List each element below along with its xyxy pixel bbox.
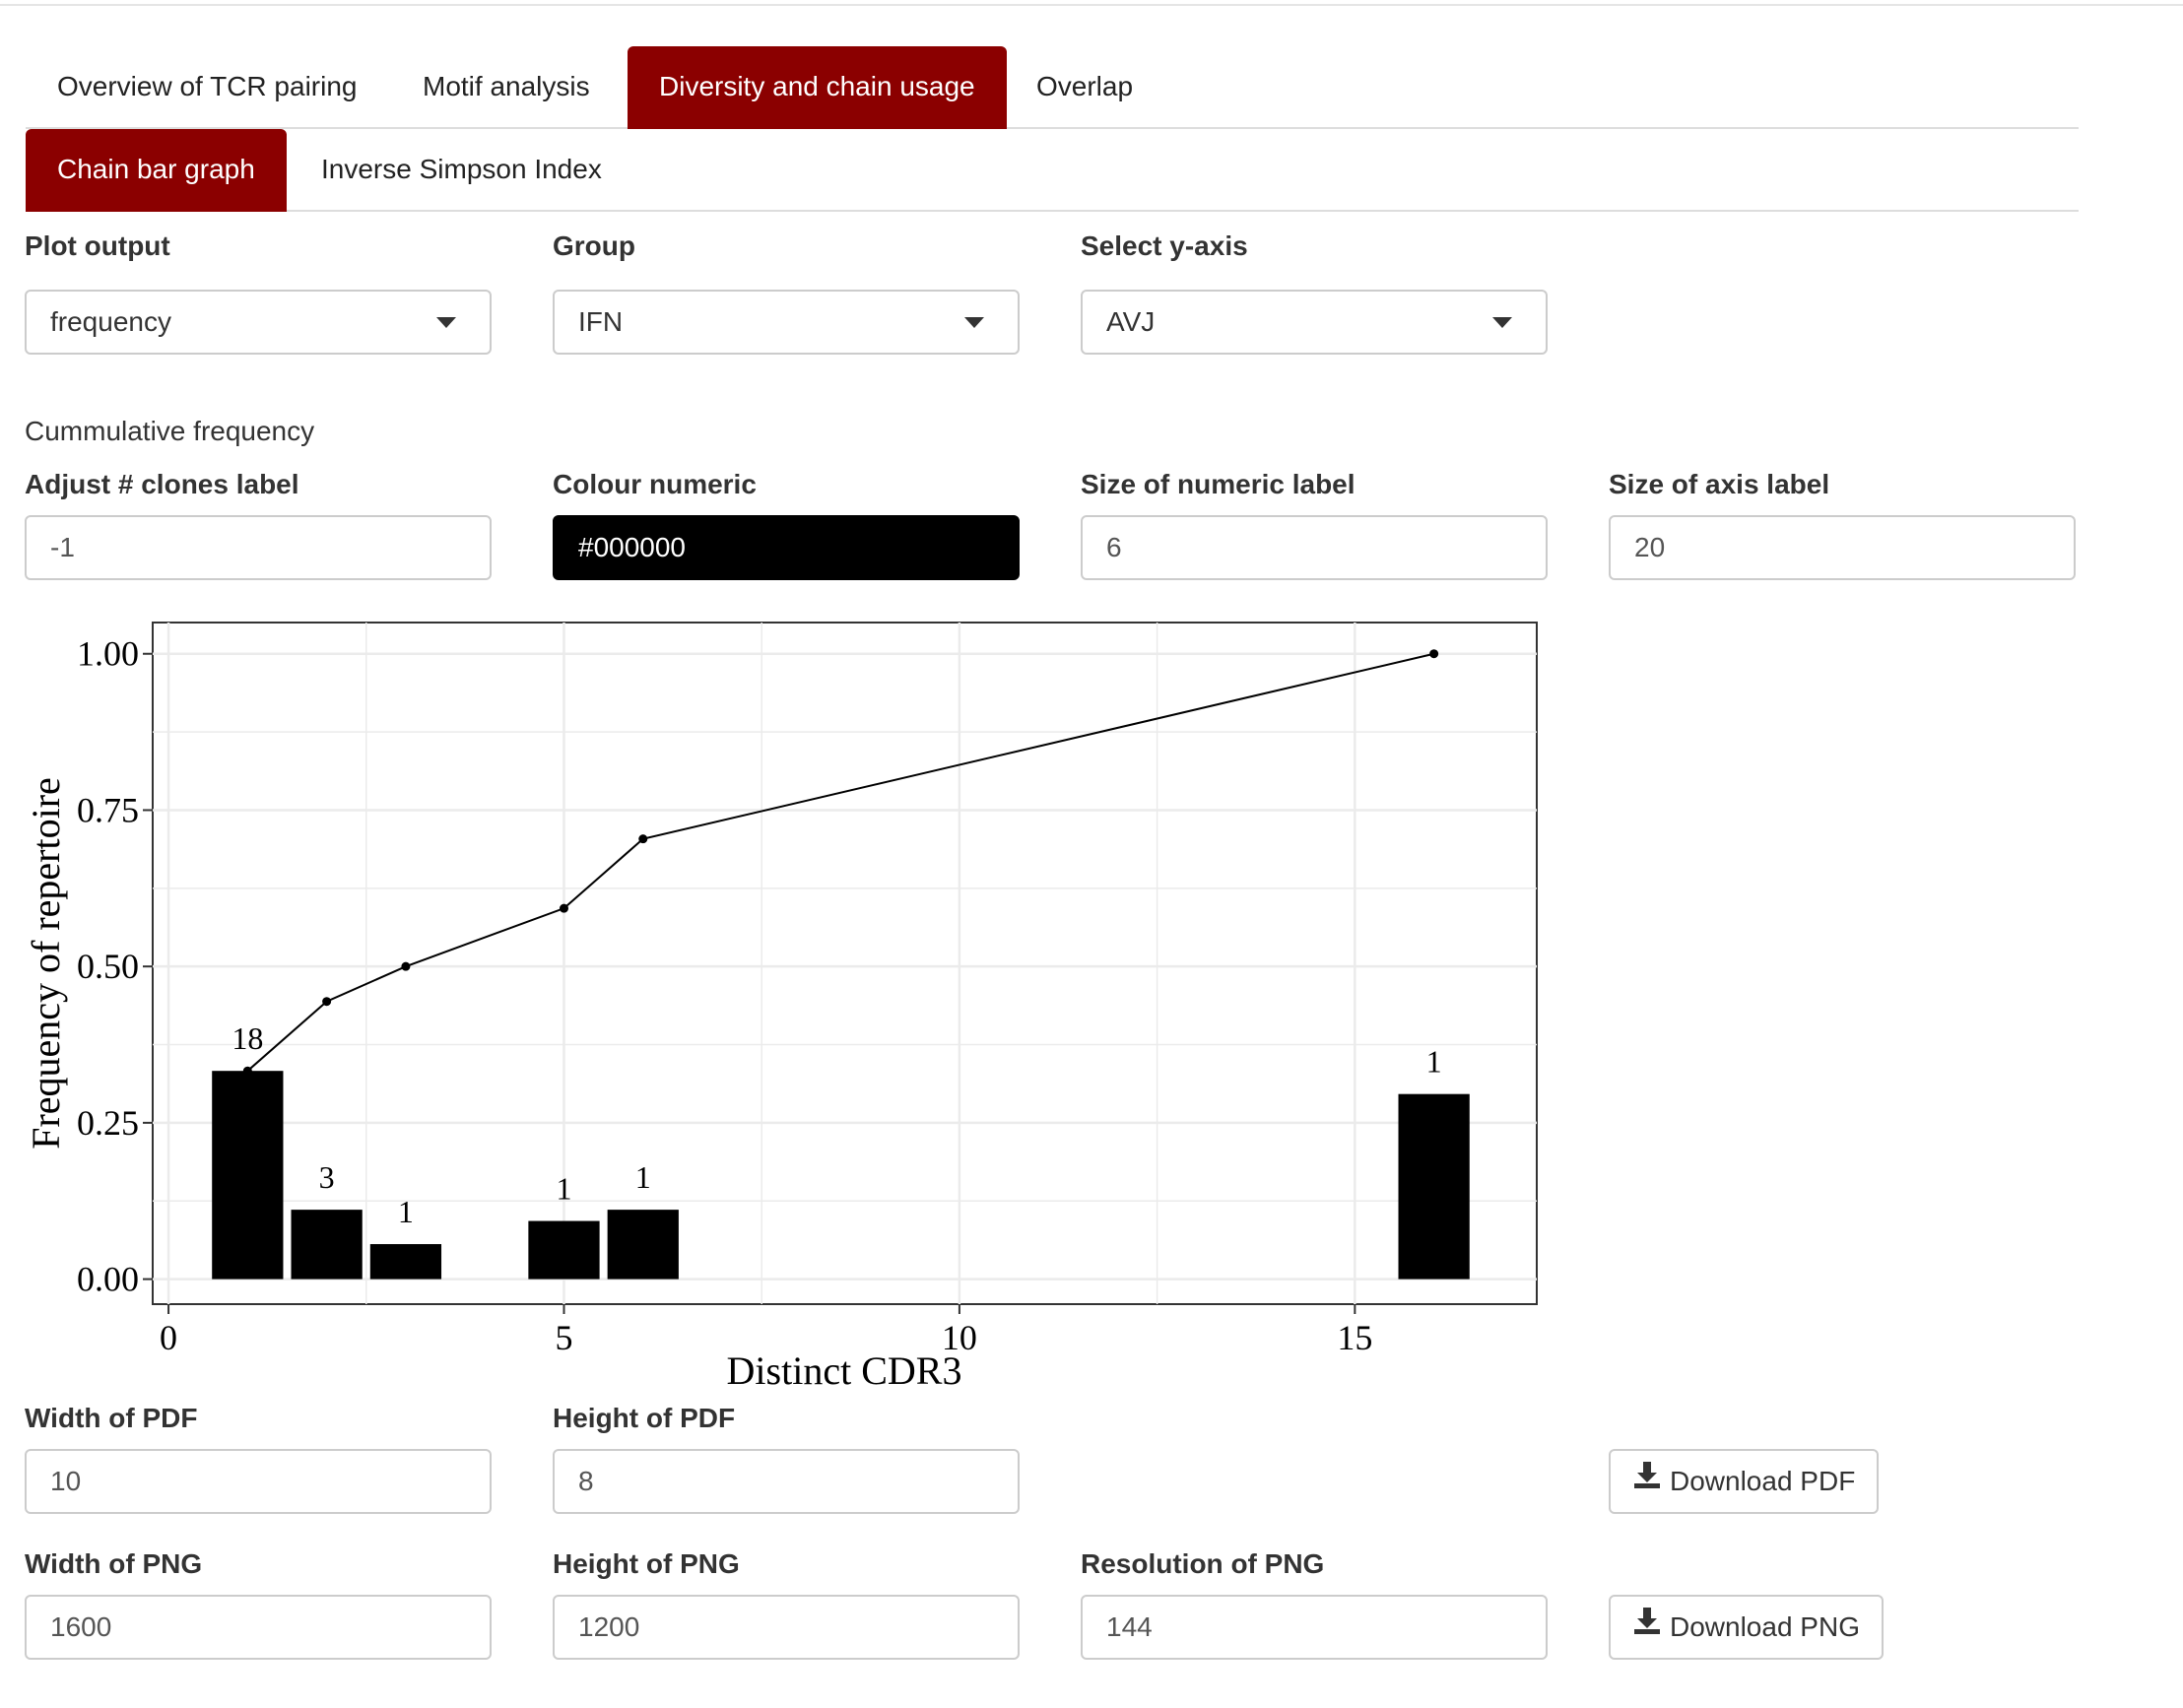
bar-value-label: 1 xyxy=(635,1159,651,1195)
download-png-label: Download PNG xyxy=(1670,1611,1860,1642)
y-tick-label: 0.75 xyxy=(77,790,139,829)
chevron-down-icon xyxy=(964,317,984,328)
plot-panel xyxy=(152,622,1538,1305)
png-width-label: Width of PNG xyxy=(25,1548,203,1579)
cumulative-point xyxy=(1429,649,1439,659)
png-height-label: Height of PNG xyxy=(553,1548,740,1579)
bar-value-label: 3 xyxy=(319,1159,335,1195)
y-axis-select[interactable]: AVJ xyxy=(1081,290,1548,355)
y-axis-title: Frequency of repertoire xyxy=(24,777,68,1150)
bar-value-label: 1 xyxy=(398,1194,414,1229)
plot-output-select[interactable]: frequency xyxy=(25,290,492,355)
bar xyxy=(607,1210,679,1280)
tab-motif-analysis[interactable]: Motif analysis xyxy=(391,46,622,127)
bar xyxy=(1398,1093,1470,1280)
tab-chain-bar-graph[interactable]: Chain bar graph xyxy=(26,129,287,212)
png-width-input[interactable]: 1600 xyxy=(25,1595,492,1660)
y-tick-label: 0.00 xyxy=(77,1260,139,1299)
png-resolution-label: Resolution of PNG xyxy=(1081,1548,1325,1579)
size-numeric-label: Size of numeric label xyxy=(1081,469,1356,499)
plot-output-label: Plot output xyxy=(25,230,170,261)
download-png-button[interactable]: Download PNG xyxy=(1609,1595,1884,1660)
y-axis-label: Select y-axis xyxy=(1081,230,1248,261)
group-label: Group xyxy=(553,230,635,261)
tab-inverse-simpson-index[interactable]: Inverse Simpson Index xyxy=(290,129,633,210)
download-icon xyxy=(1632,1450,1662,1511)
size-axis-input[interactable]: 20 xyxy=(1609,515,2076,580)
chevron-down-icon xyxy=(1492,317,1512,328)
cumulative-point xyxy=(242,1066,252,1076)
size-numeric-input[interactable]: 6 xyxy=(1081,515,1548,580)
group-value: IFN xyxy=(578,306,624,337)
bar-value-label: 1 xyxy=(1426,1044,1442,1080)
y-tick-label: 0.50 xyxy=(77,947,139,986)
bar xyxy=(528,1220,600,1280)
top-divider xyxy=(0,4,2183,6)
x-axis-title: Distinct CDR3 xyxy=(727,1348,962,1393)
size-axis-label: Size of axis label xyxy=(1609,469,1830,499)
group-select[interactable]: IFN xyxy=(553,290,1020,355)
cumulative-point xyxy=(401,961,411,971)
download-pdf-button[interactable]: Download PDF xyxy=(1609,1449,1880,1514)
adjust-clones-input[interactable]: -1 xyxy=(25,515,492,580)
tab-overview-tcr-pairing[interactable]: Overview of TCR pairing xyxy=(26,46,388,127)
bar xyxy=(212,1071,284,1280)
bar xyxy=(369,1244,442,1280)
tab-overlap[interactable]: Overlap xyxy=(1005,46,1164,127)
x-tick-label: 0 xyxy=(160,1318,177,1357)
cumulative-point xyxy=(638,834,648,844)
plot-output-value: frequency xyxy=(50,306,171,337)
download-icon xyxy=(1632,1596,1662,1657)
cumulative-point xyxy=(559,903,568,913)
x-tick-label: 15 xyxy=(1337,1318,1372,1357)
pdf-height-label: Height of PDF xyxy=(553,1403,736,1433)
pdf-height-input[interactable]: 8 xyxy=(553,1449,1020,1514)
cumulative-point xyxy=(322,997,332,1007)
chevron-down-icon xyxy=(436,317,456,328)
bar-value-label: 1 xyxy=(556,1171,571,1207)
tab-diversity-chain-usage[interactable]: Diversity and chain usage xyxy=(628,46,1007,129)
chain-bar-chart: 18311 11 0.000.250.500.751.000 5 10 15 Disti… xyxy=(24,622,1538,1393)
bar xyxy=(291,1210,363,1280)
y-tick-label: 0.25 xyxy=(77,1103,139,1143)
x-tick-label: 5 xyxy=(555,1318,572,1357)
png-height-input[interactable]: 1200 xyxy=(553,1595,1020,1660)
main-tab-bar: Overview of TCR pairing Motif analysis D… xyxy=(26,46,2079,129)
y-axis-value: AVJ xyxy=(1106,306,1156,337)
sub-tab-bar: Chain bar graph Inverse Simpson Index xyxy=(26,129,2079,212)
pdf-width-label: Width of PDF xyxy=(25,1403,198,1433)
y-tick-label: 1.00 xyxy=(77,634,139,674)
adjust-clones-label: Adjust # clones label xyxy=(25,469,299,499)
pdf-width-input[interactable]: 10 xyxy=(25,1449,492,1514)
download-pdf-label: Download PDF xyxy=(1670,1466,1856,1496)
cumulative-frequency-label[interactable]: Cummulative frequency xyxy=(25,416,314,447)
bar-value-label: 18 xyxy=(232,1020,263,1056)
png-resolution-input[interactable]: 144 xyxy=(1081,1595,1548,1660)
colour-numeric-label: Colour numeric xyxy=(553,469,757,499)
colour-numeric-input[interactable]: #000000 xyxy=(553,515,1020,580)
